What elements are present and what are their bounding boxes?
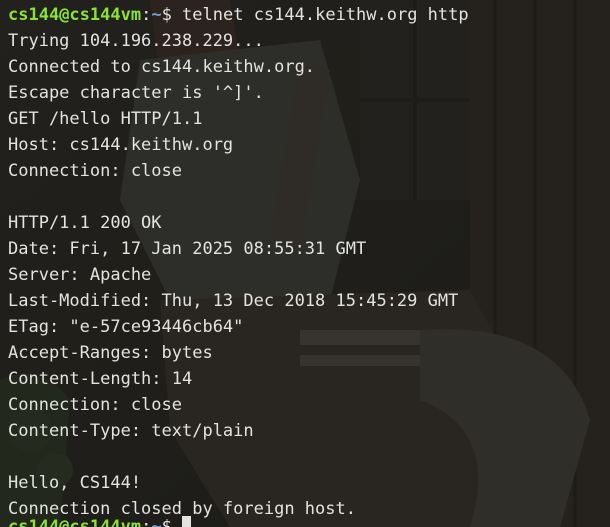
output-line: HTTP/1.1 200 OK: [8, 213, 162, 233]
output-line: ETag: "e-57ce93446cb64": [8, 317, 244, 337]
output-line: Last-Modified: Thu, 13 Dec 2018 15:45:29…: [8, 291, 459, 311]
prompt-separator: :: [141, 5, 152, 25]
output-line: Connected to cs144.keithw.org.: [8, 57, 316, 77]
output-line: Accept-Ranges: bytes: [8, 343, 213, 363]
output-line: Trying 104.196.238.229...: [8, 31, 264, 51]
terminal-window[interactable]: cs144@cs144vm:~$ telnet cs144.keithw.org…: [0, 0, 610, 527]
prompt-symbol: $: [161, 517, 183, 527]
prompt-symbol: $: [161, 5, 183, 25]
output-line: Escape character is '^]'.: [8, 83, 264, 103]
prompt-line: cs144@cs144vm:~$ telnet cs144.keithw.org…: [8, 2, 610, 28]
block-cursor-icon: [182, 516, 192, 527]
terminal-output[interactable]: cs144@cs144vm:~$ telnet cs144.keithw.org…: [0, 0, 610, 522]
prompt-user-host: cs144@cs144vm: [8, 5, 142, 25]
prompt-path: ~: [151, 5, 162, 25]
output-line: Content-Length: 14: [8, 369, 193, 389]
output-line: Connection: close: [8, 395, 182, 415]
output-line: GET /hello HTTP/1.1: [8, 109, 203, 129]
prompt-path: ~: [151, 517, 162, 527]
prompt-user-host: cs144@cs144vm: [8, 517, 142, 527]
new-prompt-line[interactable]: cs144@cs144vm:~$: [8, 514, 192, 527]
output-line: Content-Type: text/plain: [8, 421, 254, 441]
output-line: Date: Fri, 17 Jan 2025 08:55:31 GMT: [8, 239, 367, 259]
output-line: Connection: close: [8, 161, 182, 181]
output-line: Hello, CS144!: [8, 473, 142, 493]
prompt-separator: :: [141, 517, 152, 527]
output-line: Host: cs144.keithw.org: [8, 135, 234, 155]
output-line: Server: Apache: [8, 265, 152, 285]
command-text: telnet cs144.keithw.org http: [182, 5, 469, 25]
